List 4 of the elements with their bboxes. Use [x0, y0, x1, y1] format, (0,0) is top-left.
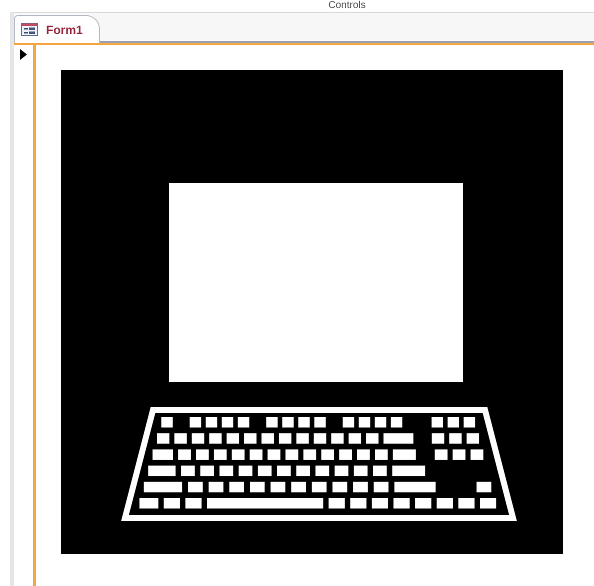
form-tab[interactable]: Form1 — [14, 15, 100, 43]
form-icon — [21, 23, 38, 36]
window-title: Controls — [328, 0, 366, 12]
record-pointer-icon — [20, 49, 27, 60]
